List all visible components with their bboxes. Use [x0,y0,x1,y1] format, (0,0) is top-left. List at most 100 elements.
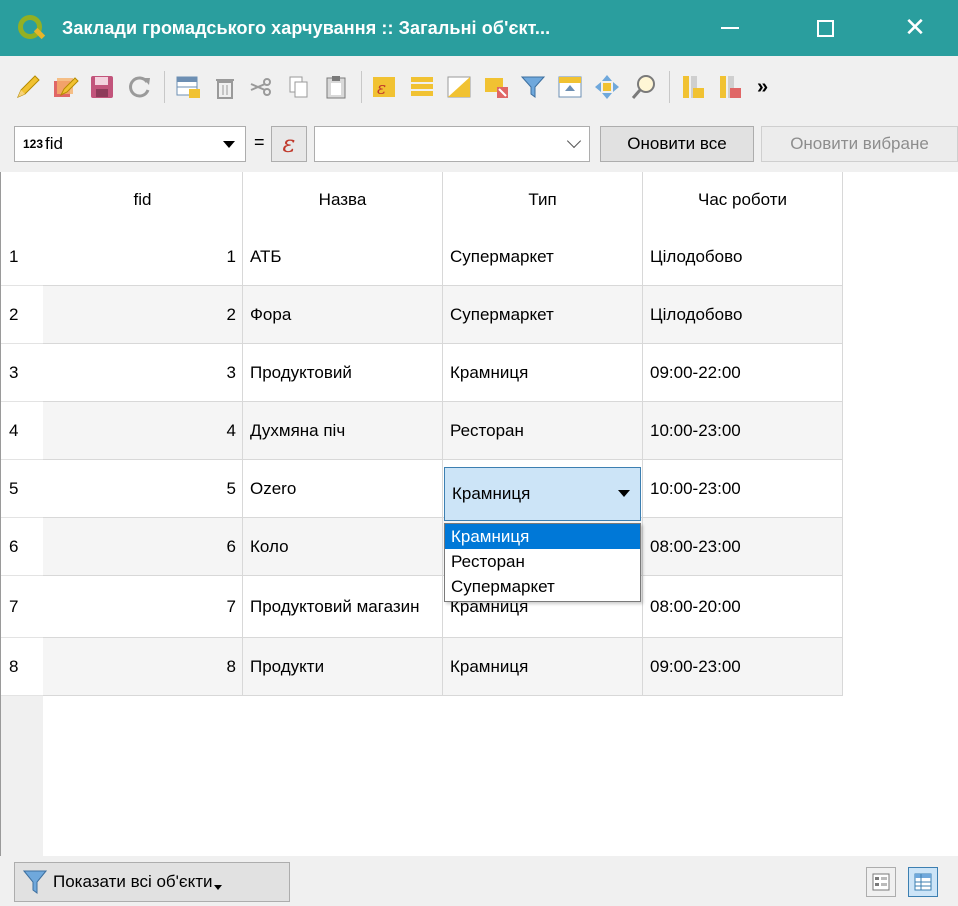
cell-name[interactable]: Ozero [243,460,443,518]
filter-icon[interactable] [519,73,547,101]
chevron-down-icon [213,884,222,890]
expression-icon: ε [282,130,296,158]
deselect-icon[interactable] [482,73,510,101]
column-header-fid[interactable]: fid [43,172,243,228]
expression-value-input[interactable] [314,126,590,162]
minimize-button[interactable] [700,0,760,56]
dropdown-option[interactable]: Ресторан [445,549,640,574]
filter-icon [23,870,47,894]
cut-icon[interactable] [248,73,276,101]
cell-fid[interactable]: 1 [43,228,243,286]
dropdown-option[interactable]: Крамниця [445,524,640,549]
delete-field-icon[interactable] [716,73,744,101]
equals-label: = [254,132,265,152]
qgis-logo-icon [16,13,46,43]
show-features-label: Показати всі об'єкти [53,872,213,891]
cell-fid[interactable]: 5 [43,460,243,518]
attribute-toolbar: ε » [0,56,958,118]
row-header[interactable]: 1 [1,228,43,286]
row-header[interactable]: 4 [1,402,43,460]
cell-hours[interactable]: Цілодобово [643,228,843,286]
row-header[interactable]: 3 [1,344,43,402]
column-header-type[interactable]: Тип [443,172,643,228]
field-select-value: fid [45,134,63,153]
copy-icon[interactable] [285,73,313,101]
type-dropdown-list: Крамниця Ресторан Супермаркет [444,523,641,602]
row-header[interactable]: 2 [1,286,43,344]
expression-select-icon[interactable]: ε [371,73,399,101]
cell-fid[interactable]: 8 [43,638,243,696]
table-view-button[interactable] [908,867,938,897]
delete-feature-icon[interactable] [211,73,239,101]
cell-name[interactable]: АТБ [243,228,443,286]
svg-text:ε: ε [377,79,386,99]
close-icon: ✕ [904,13,926,43]
form-view-button[interactable] [866,867,896,897]
cell-name[interactable]: Духмяна піч [243,402,443,460]
column-header-hours[interactable]: Час роботи [643,172,843,228]
new-field-icon[interactable] [679,73,707,101]
row-header[interactable]: 8 [1,638,43,696]
cell-hours[interactable]: 10:00-23:00 [643,402,843,460]
cell-hours[interactable]: 09:00-23:00 [643,638,843,696]
cell-type[interactable]: Крамниця [443,638,643,696]
field-update-bar: 123 fid = ε Оновити все Оновити вибране [0,118,958,172]
cell-fid[interactable]: 6 [43,518,243,576]
cell-name[interactable]: Продуктовий магазин [243,576,443,638]
reload-icon[interactable] [125,73,153,101]
cell-type[interactable]: Супермаркет [443,286,643,344]
cell-hours[interactable]: 08:00-23:00 [643,518,843,576]
pan-to-selection-icon[interactable] [593,73,621,101]
multi-edit-icon[interactable] [51,73,79,101]
update-selected-button: Оновити вибране [761,126,958,162]
cell-fid[interactable]: 4 [43,402,243,460]
select-all-icon[interactable] [408,73,436,101]
column-header-name[interactable]: Назва [243,172,443,228]
expression-builder-button[interactable]: ε [271,126,307,162]
minimize-icon [721,27,739,29]
toggle-editing-icon[interactable] [14,73,42,101]
status-bar: Показати всі об'єкти [0,856,958,906]
maximize-button[interactable] [795,0,855,56]
field-select[interactable]: 123 fid [14,126,246,162]
window-title: Заклади громадського харчування :: Загал… [62,17,551,38]
cell-fid[interactable]: 3 [43,344,243,402]
zoom-to-selection-icon[interactable] [630,73,658,101]
cell-name[interactable]: Продукти [243,638,443,696]
cell-fid[interactable]: 7 [43,576,243,638]
cell-name[interactable]: Продуктовий [243,344,443,402]
update-all-button[interactable]: Оновити все [600,126,754,162]
move-selection-to-top-icon[interactable] [556,73,584,101]
chevron-down-icon [223,141,235,148]
row-header[interactable]: 5 [1,460,43,518]
toolbar-overflow-button[interactable]: » [757,76,768,99]
cell-hours[interactable]: Цілодобово [643,286,843,344]
type-cell-editor[interactable]: Крамниця [444,467,641,521]
toolbar-separator [361,71,362,103]
row-header[interactable]: 7 [1,576,43,638]
invert-selection-icon[interactable] [445,73,473,101]
chevron-down-icon [618,490,630,497]
save-edits-icon[interactable] [88,73,116,101]
row-header[interactable]: 6 [1,518,43,576]
close-button[interactable]: ✕ [885,0,945,56]
cell-name[interactable]: Коло [243,518,443,576]
cell-type[interactable]: Крамниця [443,344,643,402]
dropdown-option[interactable]: Супермаркет [445,574,640,599]
cell-type[interactable]: Супермаркет [443,228,643,286]
show-features-button[interactable]: Показати всі об'єкти [14,862,290,902]
table-corner[interactable] [1,172,43,228]
toolbar-separator [164,71,165,103]
cell-hours[interactable]: 10:00-23:00 [643,460,843,518]
cell-type[interactable]: Ресторан [443,402,643,460]
add-feature-icon[interactable] [174,73,202,101]
integer-field-icon: 123 [23,137,44,151]
cell-hours[interactable]: 08:00-20:00 [643,576,843,638]
table-view-icon [914,873,932,891]
cell-name[interactable]: Фора [243,286,443,344]
type-cell-editor-value: Крамниця [452,484,531,503]
cell-fid[interactable]: 2 [43,286,243,344]
paste-icon[interactable] [322,73,350,101]
cell-hours[interactable]: 09:00-22:00 [643,344,843,402]
title-bar: Заклади громадського харчування :: Загал… [0,0,958,56]
